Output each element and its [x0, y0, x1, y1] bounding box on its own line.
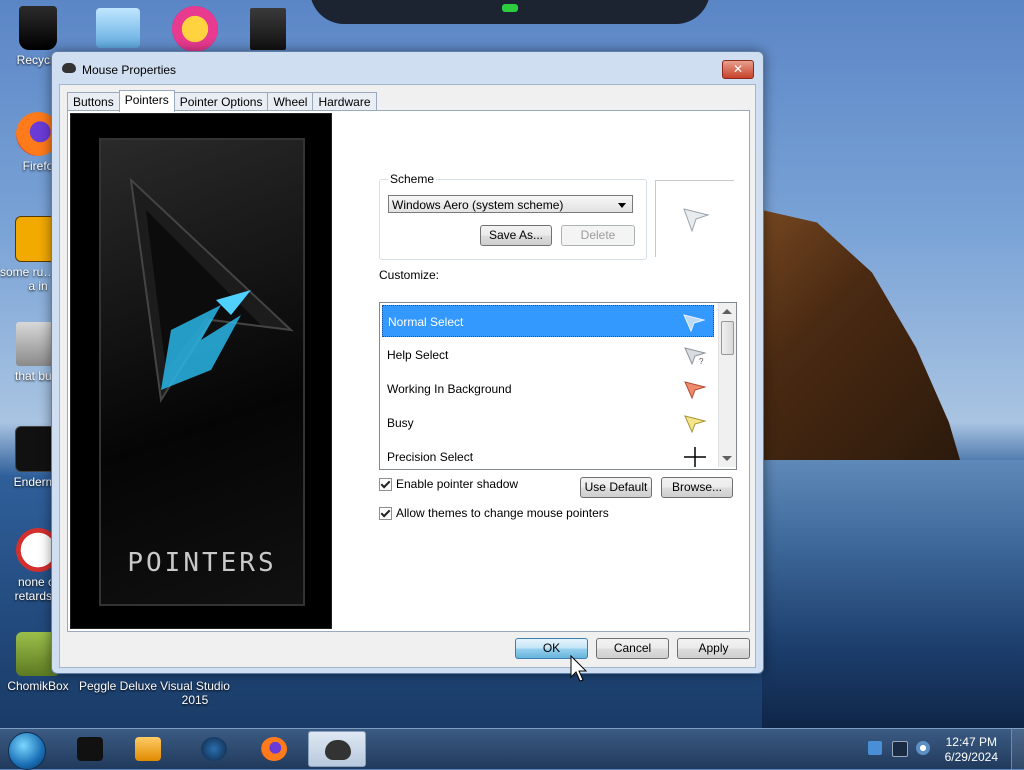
scroll-up-icon[interactable]	[722, 309, 732, 314]
scheme-select[interactable]: Windows Aero (system scheme)	[388, 195, 633, 213]
firefox-icon	[261, 737, 287, 761]
use-default-button[interactable]: Use Default	[580, 477, 652, 498]
working-cursor-icon	[684, 381, 706, 399]
scheme-group: Scheme Windows Aero (system scheme) Save…	[379, 172, 647, 260]
scheme-group-title: Scheme	[388, 172, 437, 186]
apply-button[interactable]: Apply	[677, 638, 750, 659]
tab-hardware[interactable]: Hardware	[312, 92, 377, 111]
window-title: Mouse Properties	[82, 63, 177, 77]
allow-themes-label: Allow themes to change mouse pointers	[396, 506, 609, 520]
delete-button[interactable]: Delete	[561, 225, 635, 246]
wallpaper-cliff	[740, 210, 960, 460]
chevron-down-icon	[618, 203, 626, 208]
tab-pointers[interactable]: Pointers	[118, 90, 175, 112]
crosshair-cursor-icon	[684, 447, 706, 467]
recycle-bin-icon	[77, 737, 103, 761]
list-item[interactable]: Help Select ?	[382, 339, 714, 371]
media-player-icon	[135, 737, 161, 761]
taskbar: 12:47 PM 6/29/2024	[0, 728, 1024, 770]
enable-shadow-checkbox[interactable]: Enable pointer shadow	[379, 477, 518, 491]
cancel-button[interactable]: Cancel	[596, 638, 669, 659]
recycle-bin-icon	[19, 6, 57, 50]
allow-themes-checkbox[interactable]: Allow themes to change mouse pointers	[379, 506, 609, 520]
show-desktop-button[interactable]	[1011, 729, 1024, 769]
pointers-panel: POINTERS Scheme Windows Aero (system sch…	[67, 110, 750, 632]
close-button[interactable]: ✕	[722, 60, 754, 79]
mouse-icon	[325, 740, 351, 760]
taskbar-button-mouse-properties[interactable]	[308, 731, 366, 767]
list-item[interactable]: Busy	[382, 407, 714, 439]
busy-cursor-icon	[684, 415, 706, 433]
close-icon: ✕	[732, 62, 744, 76]
art-label: POINTERS	[127, 548, 277, 578]
list-scrollbar[interactable]	[718, 303, 736, 467]
checkbox-checked-icon	[379, 477, 392, 491]
gadget-led	[502, 4, 518, 12]
pointers-artwork: POINTERS	[70, 113, 332, 629]
taskbar-button-firefox[interactable]	[248, 731, 298, 767]
mouse-properties-window: Mouse Properties ✕ Buttons Pointers Poin…	[51, 51, 764, 674]
list-item-label: Working In Background	[387, 382, 512, 396]
wallpaper-sea	[762, 460, 1024, 728]
start-button[interactable]	[8, 732, 46, 770]
desktop-icon-file[interactable]	[250, 8, 286, 50]
list-item-label: Help Select	[387, 348, 449, 362]
save-as-button[interactable]: Save As...	[480, 225, 552, 246]
customize-label: Customize:	[379, 268, 440, 282]
desktop-icon-mail[interactable]	[96, 8, 140, 48]
mouse-pointer-icon	[570, 655, 588, 682]
mouse-icon	[62, 63, 76, 73]
volume-icon[interactable]	[916, 741, 930, 755]
tab-wheel[interactable]: Wheel	[267, 92, 314, 111]
list-item-label: Precision Select	[387, 450, 474, 464]
arrow-cursor-icon	[683, 314, 705, 332]
svg-text:?: ?	[699, 357, 704, 365]
clock[interactable]: 12:47 PM 6/29/2024	[945, 735, 998, 765]
list-item-label: Busy	[387, 416, 414, 430]
list-item[interactable]: Normal Select	[382, 305, 714, 337]
pointer-logo-icon	[129, 177, 294, 403]
network-icon[interactable]	[868, 741, 882, 755]
clock-date: 6/29/2024	[944, 750, 998, 764]
pointer-list[interactable]: Normal Select Help Select ? Working In B…	[379, 302, 737, 470]
arrow-cursor-icon	[683, 208, 710, 233]
taskbar-button-recycle[interactable]	[64, 731, 114, 767]
pointer-preview	[655, 180, 734, 257]
list-item-label: Normal Select	[388, 315, 464, 329]
artwork-frame: POINTERS	[99, 138, 305, 606]
monitor-icon[interactable]	[892, 741, 908, 757]
list-item[interactable]: Working In Background	[382, 373, 714, 405]
globe-icon	[201, 737, 227, 761]
scroll-thumb[interactable]	[721, 321, 734, 355]
title-bar[interactable]: Mouse Properties ✕	[52, 52, 763, 84]
clock-time: 12:47 PM	[945, 735, 997, 749]
tab-pointer-options[interactable]: Pointer Options	[173, 92, 269, 111]
help-cursor-icon: ?	[684, 347, 706, 365]
checkbox-checked-icon	[379, 506, 392, 520]
scheme-selected-value: Windows Aero (system scheme)	[392, 198, 564, 212]
list-item[interactable]: Precision Select	[382, 441, 714, 469]
top-gadget	[310, 0, 710, 24]
dialog-client: Buttons Pointers Pointer Options Wheel H…	[59, 84, 756, 668]
desktop-icon-peggle-top[interactable]	[172, 6, 218, 52]
tab-strip: Buttons Pointers Pointer Options Wheel H…	[67, 90, 377, 112]
taskbar-button-app[interactable]	[188, 731, 238, 767]
browse-button[interactable]: Browse...	[661, 477, 733, 498]
tab-buttons[interactable]: Buttons	[67, 92, 120, 111]
scroll-down-icon[interactable]	[722, 456, 732, 461]
enable-shadow-label: Enable pointer shadow	[396, 477, 519, 491]
taskbar-button-media[interactable]	[122, 731, 172, 767]
